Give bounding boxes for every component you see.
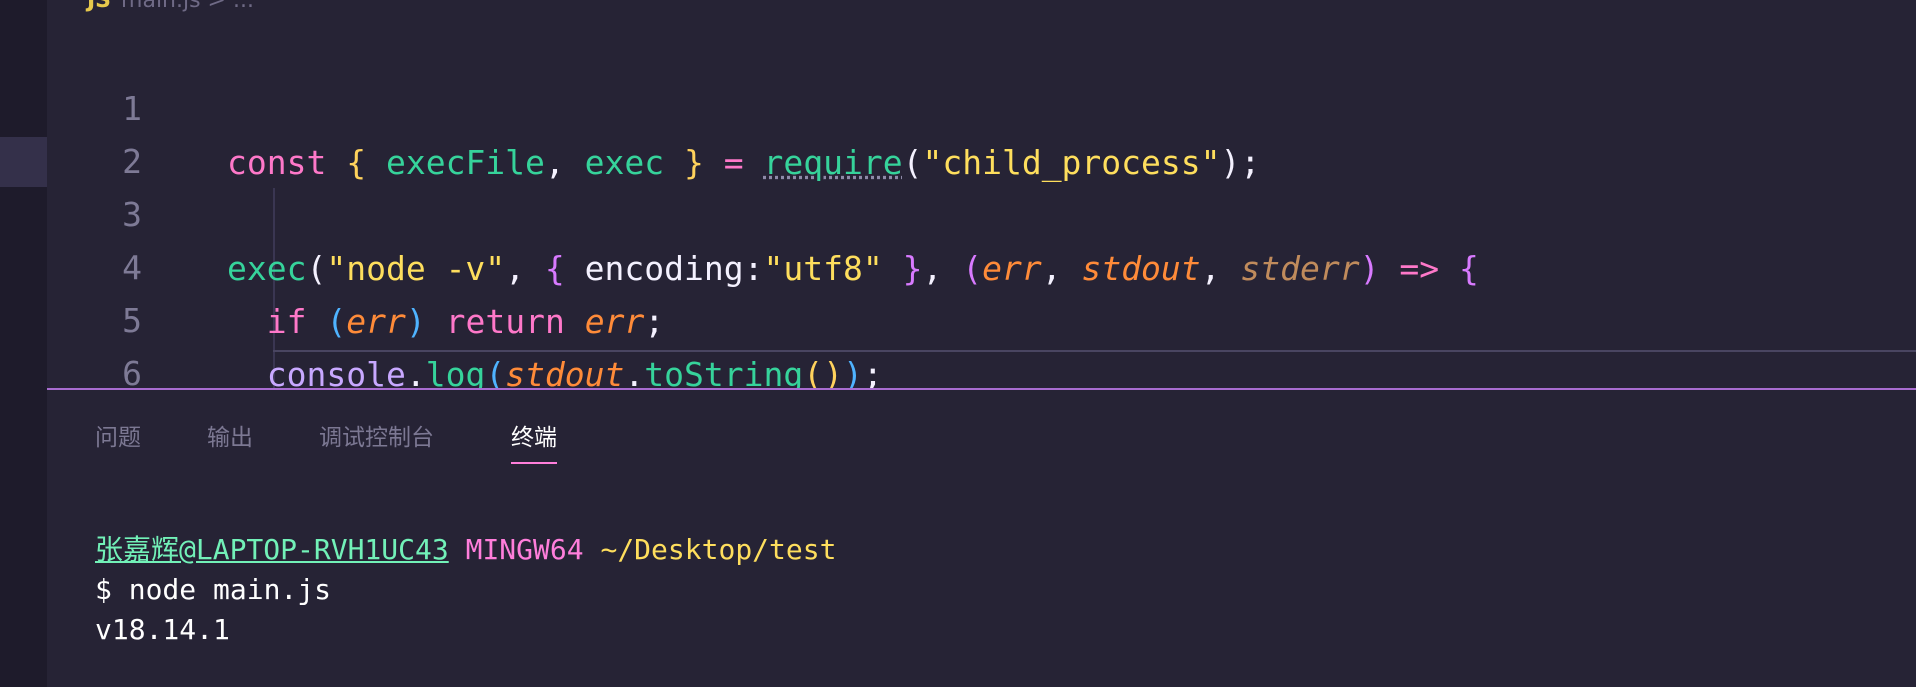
token-property: encoding [584,249,744,288]
token-parameter-unused: stderr [1240,249,1360,288]
code-text[interactable]: if (err) return err; [227,295,664,349]
token-keyword: if [266,302,307,341]
token-brace: } [902,249,923,288]
code-text[interactable]: console.log(stdout.toString()); [227,348,883,388]
token-object: console [266,355,406,388]
token-paren: () [803,355,843,388]
token-operator: = [723,143,744,182]
js-file-icon: JS [87,0,112,13]
token-parameter: err [584,302,645,341]
token-punct: , [544,143,565,182]
tab-terminal[interactable]: 终端 [511,418,557,464]
code-editor[interactable]: JS main.js > ... 1 const { execFile, exec… [47,0,1916,388]
token-punct: ; [644,302,665,341]
token-punct: , [1200,249,1221,288]
token-paren: ) [842,355,863,388]
tab-output[interactable]: 输出 [207,418,253,452]
code-line-6[interactable]: 6 }); [47,293,142,388]
terminal-command: $ node main.js [95,573,332,606]
token-parameter: stdout [505,355,625,388]
token-identifier: exec [584,143,665,182]
token-keyword: return [445,302,565,341]
token-paren: ( [902,143,923,182]
token-punct: , [922,249,943,288]
tab-debug-console[interactable]: 调试控制台 [319,418,434,452]
terminal-user-host: 张嘉辉@LAPTOP-RVH1UC43 [95,533,449,566]
active-tab-indicator [511,462,557,464]
code-line-1[interactable]: 1 const { execFile, exec } = require("ch… [47,28,1260,182]
token-string: "child_process" [922,143,1221,182]
token-punct: : [743,249,764,288]
activity-bar [0,0,47,687]
token-punct: ; [862,355,883,388]
tab-label: 调试控制台 [319,425,434,451]
tab-label: 终端 [511,425,557,451]
code-line-3[interactable]: 3 exec("node -v", { encoding:"utf8" }, (… [47,134,1479,288]
bottom-panel: 问题 输出 调试控制台 终端 张嘉辉@LAPTOP-RVH1UC43 MINGW… [47,390,1916,687]
terminal-cwd: ~/Desktop/test [600,533,837,566]
token-arrow: => [1399,249,1440,288]
tab-problems[interactable]: 问题 [95,418,141,452]
token-function: require [763,143,903,182]
token-punct: , [505,249,526,288]
token-paren: ( [306,249,327,288]
token-paren: ) [1359,249,1380,288]
token-paren: ( [326,302,347,341]
active-line-marker [0,137,47,187]
token-punct: . [624,355,645,388]
terminal-result: v18.14.1 [95,613,230,646]
code-text[interactable]: exec("node -v", { encoding:"utf8" }, (er… [227,242,1479,296]
token-brace: { [544,249,565,288]
token-brace: { [346,143,367,182]
code-line-5[interactable]: 5 console.log(stdout.toString()); [47,240,883,388]
terminal-shell-name: MINGW64 [465,533,584,566]
token-parameter: err [982,249,1042,288]
token-identifier: execFile [385,143,545,182]
token-string: "node -v" [326,249,506,288]
token-paren: ( [962,249,983,288]
token-paren: ) [1220,143,1241,182]
breadcrumb[interactable]: JS main.js > ... [87,0,254,13]
token-string: "utf8" [763,249,883,288]
token-brace: { [1459,249,1479,288]
code-line-2[interactable]: 2 [47,81,142,181]
token-parameter: err [346,302,406,341]
token-function: exec [227,249,307,288]
token-punct: , [1041,249,1062,288]
token-function: toString [644,355,804,388]
breadcrumb-path[interactable]: main.js > ... [121,0,254,13]
code-line-4[interactable]: 4 if (err) return err; [47,187,664,341]
terminal-output[interactable]: 张嘉辉@LAPTOP-RVH1UC43 MINGW64 ~/Desktop/te… [95,530,836,650]
token-brace: } [684,143,704,182]
token-paren: ( [485,355,506,388]
code-line-7[interactable]: 7 [47,346,126,388]
code-text[interactable]: const { execFile, exec } = require("chil… [227,136,1260,190]
token-paren: ) [405,302,426,341]
token-function: log [425,355,486,388]
token-keyword: const [227,143,327,182]
token-punct: ; [1240,143,1261,182]
token-parameter: stdout [1081,249,1201,288]
token-punct: . [405,355,426,388]
